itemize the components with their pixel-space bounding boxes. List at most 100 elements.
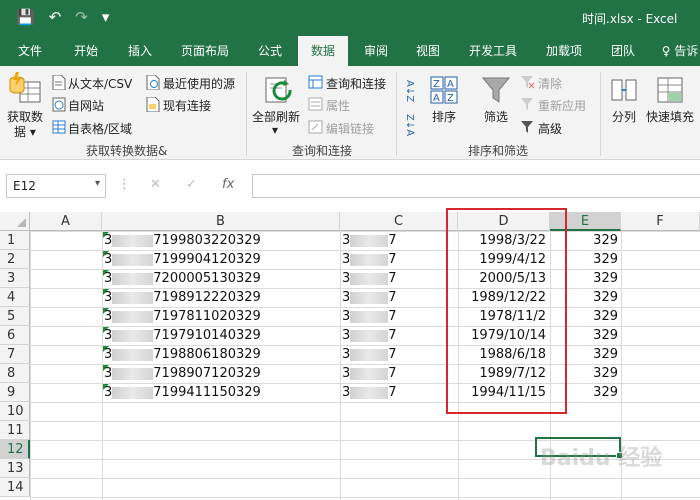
cell-b-suffix: 7199411150329 [153,385,261,400]
formula-bar: E12 ▾ ⋮ ✕ ✓ fx [0,160,700,212]
edit-links-icon [308,120,323,134]
row-header-9[interactable]: 9 [0,383,30,402]
column-header-a[interactable]: A [30,212,102,231]
row-header-11[interactable]: 11 [0,421,30,440]
tab-tell-me[interactable]: ♀ 告诉 [654,36,700,66]
column-header-c[interactable]: C [340,212,458,231]
existing-connections-label: 现有连接 [163,99,212,113]
undo-icon[interactable]: ↶ [49,8,62,26]
cell-c-prefix: 3 [342,290,351,305]
cell-b9[interactable]: 3 7199411150329 [104,383,261,402]
tab-team[interactable]: 团队 [600,36,646,66]
row-header-6[interactable]: 6 [0,326,30,345]
cell-b-prefix: 3 [104,290,113,305]
cell-c-suffix: 7 [388,366,397,381]
row-header-8[interactable]: 8 [0,364,30,383]
row-header-1[interactable]: 1 [0,231,30,250]
redacted-block [112,310,154,323]
redacted-block [112,291,154,304]
row-header-14[interactable]: 14 [0,478,30,497]
group-sort-filter-label: 排序和筛选 [468,144,529,158]
name-box[interactable]: E12 ▾ [6,174,106,198]
flash-fill-label: 快速填充 [646,110,695,124]
ribbon-separator [600,72,601,156]
advanced-filter-icon [521,121,533,133]
row-header-7[interactable]: 7 [0,345,30,364]
formula-bar-grip-icon: ⋮ [118,177,131,192]
row-header-2[interactable]: 2 [0,250,30,269]
redacted-block [350,234,389,247]
cell-c4[interactable]: 37 [342,288,397,307]
cell-c5[interactable]: 37 [342,307,397,326]
redacted-block [350,329,389,342]
tab-view[interactable]: 视图 [406,36,450,66]
row-header-10[interactable]: 10 [0,402,30,421]
cell-b7[interactable]: 3 7198806180329 [104,345,261,364]
cell-c1[interactable]: 37 [342,231,397,250]
redo-icon[interactable]: ↷ [75,8,88,26]
cell-c-prefix: 3 [342,385,351,400]
ribbon: 获取数 据 ▾ 从文本/CSV 自网站 自表格/区域 最近使用的源 现有连接 获… [0,66,700,160]
tab-data[interactable]: 数据 [298,36,348,66]
tab-page-layout[interactable]: 页面布局 [172,36,238,66]
ribbon-separator [246,72,247,156]
cell-b2[interactable]: 3 7199904120329 [104,250,261,269]
save-icon[interactable]: 💾 [16,8,35,26]
cell-c9[interactable]: 37 [342,383,397,402]
advanced-label: 高级 [538,122,563,136]
tab-file[interactable]: 文件 [8,36,52,66]
customize-qat-icon[interactable]: ▾ [102,8,110,26]
cell-b5[interactable]: 3 7197811020329 [104,307,261,326]
row-header-5[interactable]: 5 [0,307,30,326]
enter-icon[interactable]: ✓ [186,177,197,192]
properties-icon [308,97,323,111]
tab-insert[interactable]: 插入 [118,36,162,66]
cell-b6[interactable]: 3 7197910140329 [104,326,261,345]
cell-c8[interactable]: 37 [342,364,397,383]
cell-b-prefix: 3 [104,233,113,248]
redacted-block [350,386,389,399]
tab-home[interactable]: 开始 [62,36,110,66]
cell-b1[interactable]: 3 7199803220329 [104,231,261,250]
cell-c6[interactable]: 37 [342,326,397,345]
name-box-dropdown-icon[interactable]: ▾ [95,178,100,189]
cancel-icon[interactable]: ✕ [150,177,161,192]
cell-c-prefix: 3 [342,252,351,267]
redacted-block [112,234,154,247]
cell-c7[interactable]: 37 [342,345,397,364]
cell-c-prefix: 3 [342,309,351,324]
row-header-3[interactable]: 3 [0,269,30,288]
column-header-b[interactable]: B [102,212,340,231]
tab-review[interactable]: 审阅 [354,36,398,66]
formula-buttons: ⋮ ✕ ✓ fx [112,174,248,198]
formula-input[interactable] [252,174,700,198]
svg-text:A: A [433,93,440,104]
reapply-icon [521,98,533,110]
tab-developer[interactable]: 开发工具 [460,36,526,66]
cell-c2[interactable]: 37 [342,250,397,269]
cell-b-prefix: 3 [104,328,113,343]
cell-b3[interactable]: 3 7200005130329 [104,269,261,288]
insert-function-icon[interactable]: fx [222,177,234,192]
tab-formulas[interactable]: 公式 [248,36,292,66]
tab-addins[interactable]: 加载项 [536,36,592,66]
redacted-block [350,348,389,361]
select-all-button[interactable] [0,212,30,231]
group-queries-label: 查询和连接 [292,144,353,158]
cell-b-suffix: 7197910140329 [153,328,261,343]
row-header-12[interactable]: 12 [0,440,30,459]
column-header-f[interactable]: F [621,212,700,231]
reapply-label: 重新应用 [538,99,587,113]
cell-c-suffix: 7 [388,252,397,267]
cell-b8[interactable]: 3 7198907120329 [104,364,261,383]
redacted-block [112,253,154,266]
cell-b-prefix: 3 [104,385,113,400]
from-web-label: 自网站 [68,99,105,113]
row-header-13[interactable]: 13 [0,459,30,478]
cell-b-prefix: 3 [104,309,113,324]
row-header-4[interactable]: 4 [0,288,30,307]
cell-c3[interactable]: 37 [342,269,397,288]
web-icon [52,97,66,112]
clear-filter-icon [521,76,535,89]
cell-b4[interactable]: 3 7198912220329 [104,288,261,307]
